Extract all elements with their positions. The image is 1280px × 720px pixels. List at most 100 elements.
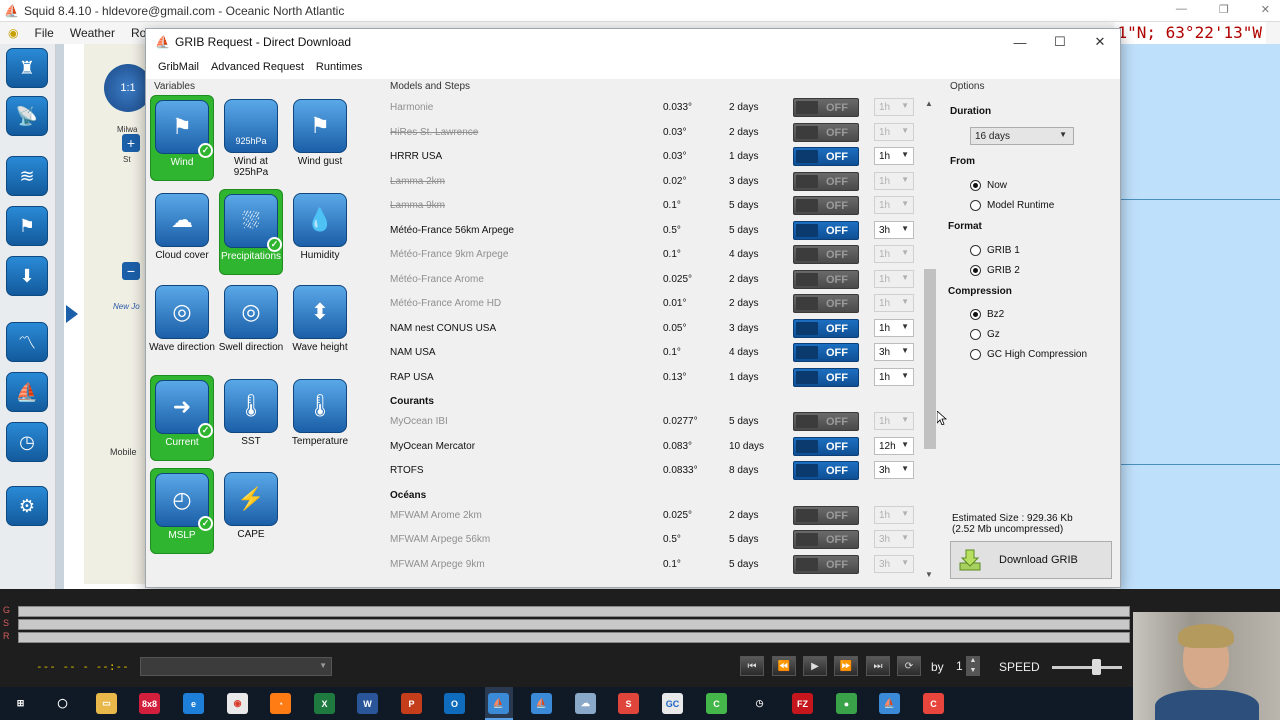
isobar-map-tool-icon[interactable]: ≋ xyxy=(6,156,48,196)
model-step-select[interactable]: 3h ▼ xyxy=(874,220,914,239)
model-step-select[interactable]: 1h ▼ xyxy=(874,269,914,288)
model-toggle-switch[interactable]: OFF xyxy=(793,171,859,191)
variable-tile-cape[interactable]: ⚡ CAPE xyxy=(219,468,283,554)
weather-app-icon[interactable]: ☁ xyxy=(575,693,596,714)
model-step-select[interactable]: 1h ▼ xyxy=(874,367,914,386)
variable-tile-precipitations[interactable]: ⛆ ✓ Precipitations xyxy=(219,189,283,275)
model-step-select[interactable]: 1h ▼ xyxy=(874,171,914,190)
model-toggle-switch[interactable]: OFF xyxy=(793,530,859,549)
model-toggle-switch[interactable]: OFF xyxy=(793,436,859,456)
model-step-select[interactable]: 1h ▼ xyxy=(874,196,914,214)
camtasia-icon[interactable]: C xyxy=(706,693,727,714)
mixer-icon[interactable]: ● xyxy=(836,693,857,714)
timeline-row-s[interactable]: S xyxy=(0,618,1133,630)
filezilla-icon[interactable]: FZ xyxy=(792,693,813,714)
zoom-out-button[interactable]: − xyxy=(122,262,140,280)
timeline-row-g[interactable]: G xyxy=(0,605,1133,617)
app-restore-button[interactable]: ❐ xyxy=(1219,3,1229,16)
squid-icon-2[interactable]: ⛵ xyxy=(531,693,552,714)
sailing-tool-icon[interactable]: ⛵ xyxy=(6,372,48,412)
chrome-icon[interactable]: ◉ xyxy=(227,693,248,714)
route-tool-icon[interactable]: 〽 xyxy=(6,322,48,362)
model-step-select[interactable]: 1h ▼ xyxy=(874,147,914,165)
model-toggle-switch[interactable]: OFF xyxy=(793,554,859,574)
model-step-select[interactable]: 3h ▼ xyxy=(874,554,914,573)
model-toggle-switch[interactable]: OFF xyxy=(793,318,859,338)
model-toggle-switch[interactable]: OFF xyxy=(793,220,859,240)
variable-tile-temperature[interactable]: 🌡 Temperature xyxy=(288,375,352,461)
model-step-select[interactable]: 1h ▼ xyxy=(874,245,914,263)
gz-label[interactable]: Gz xyxy=(987,329,1000,340)
variable-tile-sst[interactable]: 🌡 SST xyxy=(219,375,283,461)
model-toggle-switch[interactable]: OFF xyxy=(793,294,859,313)
squid-icon-3[interactable]: ⛵ xyxy=(879,693,900,714)
app-minimize-button[interactable]: — xyxy=(1176,3,1187,16)
menu-advanced-request[interactable]: Advanced Request xyxy=(205,61,310,73)
from-now-label[interactable]: Now xyxy=(987,180,1007,191)
from-runtime-radio[interactable] xyxy=(970,200,981,211)
clock-tool-icon[interactable]: ◷ xyxy=(6,422,48,462)
model-step-select[interactable]: 3h ▼ xyxy=(874,461,914,479)
model-toggle-switch[interactable]: OFF xyxy=(793,269,859,289)
dialog-close-button[interactable]: ✕ xyxy=(1080,29,1120,55)
timeline-dropdown[interactable]: ▼ xyxy=(140,657,332,676)
outlook-icon[interactable]: O xyxy=(444,693,465,714)
variable-tile-current[interactable]: ➜ ✓ Current xyxy=(150,375,214,461)
speed-slider-knob[interactable] xyxy=(1092,659,1101,675)
variable-tile-wave-height[interactable]: ⬍ Wave height xyxy=(288,281,352,367)
models-scrollbar-thumb[interactable] xyxy=(924,269,936,449)
timeline-bar[interactable] xyxy=(18,619,1130,630)
8x8-icon[interactable]: 8x8 xyxy=(139,693,160,714)
bz2-radio[interactable] xyxy=(970,309,981,320)
speed-value[interactable]: 1 xyxy=(956,659,963,673)
skip-to-start-icon[interactable]: ⏮ xyxy=(740,656,764,676)
model-toggle-switch[interactable]: OFF xyxy=(793,147,859,166)
camtasia-recorder-icon[interactable]: C xyxy=(923,693,944,714)
model-toggle-switch[interactable]: OFF xyxy=(793,122,859,142)
speed-slider-track[interactable] xyxy=(1052,666,1122,669)
wind-tool-icon[interactable]: ⚑ xyxy=(6,206,48,246)
squid-icon[interactable]: ⛵ xyxy=(488,693,509,714)
gc-high-label[interactable]: GC High Compression xyxy=(987,349,1087,360)
gc-high-radio[interactable] xyxy=(970,349,981,360)
model-step-select[interactable]: 1h ▼ xyxy=(874,412,914,430)
zoom-in-button[interactable]: + xyxy=(122,134,140,152)
menu-weather[interactable]: Weather xyxy=(62,26,123,40)
play-icon[interactable]: ▶ xyxy=(803,656,827,676)
weather-station-tool-icon[interactable]: ♜ xyxy=(6,48,48,88)
powerpoint-icon[interactable]: P xyxy=(401,693,422,714)
grib2-radio[interactable] xyxy=(970,265,981,276)
model-toggle-switch[interactable]: OFF xyxy=(793,412,859,431)
variable-tile-wind[interactable]: ⚑ ✓ Wind xyxy=(150,95,214,181)
variable-tile-humidity[interactable]: 💧 Humidity xyxy=(288,189,352,275)
variable-tile-mslp[interactable]: ◴ ✓ MSLP xyxy=(150,468,214,554)
model-step-select[interactable]: 3h ▼ xyxy=(874,530,914,548)
grib2-label[interactable]: GRIB 2 xyxy=(987,265,1020,276)
dialog-maximize-button[interactable]: ☐ xyxy=(1040,29,1080,55)
model-toggle-switch[interactable]: OFF xyxy=(793,98,859,117)
step-back-icon[interactable]: ⏪ xyxy=(772,656,796,676)
from-now-radio[interactable] xyxy=(970,180,981,191)
model-toggle-switch[interactable]: OFF xyxy=(793,343,859,362)
app-close-button[interactable]: ✕ xyxy=(1261,3,1270,16)
gc-icon[interactable]: GC xyxy=(662,693,683,714)
timeline-bar[interactable] xyxy=(18,632,1130,643)
grib1-radio[interactable] xyxy=(970,245,981,256)
satellite-tool-icon[interactable]: 📡 xyxy=(6,96,48,136)
menu-file[interactable]: File xyxy=(26,26,61,40)
model-step-select[interactable]: 3h ▼ xyxy=(874,343,914,361)
firefox-icon[interactable]: ◔ xyxy=(270,693,291,714)
word-icon[interactable]: W xyxy=(357,693,378,714)
model-toggle-switch[interactable]: OFF xyxy=(793,461,859,480)
cortana-icon[interactable]: ◯ xyxy=(52,693,73,714)
timeline-row-r[interactable]: R xyxy=(0,631,1133,643)
variable-tile-wind-at-925hpa[interactable]: 925hPa Wind at 925hPa xyxy=(219,95,283,181)
scroll-down-icon[interactable]: ▼ xyxy=(925,570,933,579)
model-toggle-switch[interactable]: OFF xyxy=(793,245,859,264)
menu-gribmail[interactable]: GribMail xyxy=(152,61,205,73)
model-step-select[interactable]: 1h ▼ xyxy=(874,505,914,524)
menu-runtimes[interactable]: Runtimes xyxy=(310,61,368,73)
model-step-select[interactable]: 1h ▼ xyxy=(874,294,914,312)
variable-tile-cloud-cover[interactable]: ☁ Cloud cover xyxy=(150,189,214,275)
from-runtime-label[interactable]: Model Runtime xyxy=(987,200,1054,211)
